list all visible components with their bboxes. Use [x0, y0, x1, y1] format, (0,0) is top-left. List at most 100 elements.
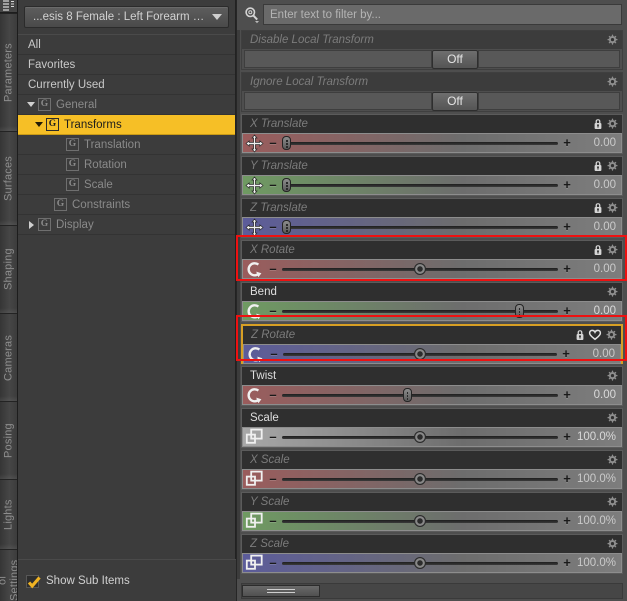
pane-menu-button[interactable] — [0, 0, 17, 13]
parameter-slider-track[interactable] — [280, 217, 560, 237]
rail-tab-cameras[interactable]: Cameras — [0, 313, 17, 401]
parameter-value[interactable]: 0.00 — [574, 137, 622, 149]
tree-item-transforms[interactable]: G Transforms — [18, 115, 235, 135]
gear-icon[interactable] — [606, 76, 618, 88]
gear-icon[interactable] — [606, 118, 618, 130]
gear-icon[interactable] — [606, 286, 618, 298]
parameter-control-row[interactable]: – +0.00 — [242, 301, 622, 321]
parameter-row-x-scale[interactable]: X Scale – +100.0% — [241, 450, 623, 490]
slider-handle[interactable] — [414, 263, 426, 275]
lock-icon[interactable] — [593, 202, 603, 214]
increment-button[interactable]: + — [560, 553, 574, 573]
slider-handle[interactable] — [414, 515, 426, 527]
parameter-control-row[interactable]: – +0.00 — [242, 175, 622, 195]
gear-icon[interactable] — [606, 160, 618, 172]
increment-button[interactable]: + — [560, 385, 574, 405]
parameter-row-bend[interactable]: Bend – +0.00 — [241, 282, 623, 322]
parameter-row-disable-local-transform[interactable]: Disable Local Transform Off — [241, 30, 623, 70]
gear-icon[interactable] — [605, 329, 617, 341]
search-magnifier-icon[interactable] — [241, 4, 263, 25]
rail-tab-lights[interactable]: Lights — [0, 479, 17, 549]
parameter-row-z-scale[interactable]: Z Scale – +100.0% — [241, 534, 623, 574]
slider-handle[interactable] — [414, 348, 426, 360]
parameter-control-row[interactable]: – +0.00 — [242, 259, 622, 279]
parameter-slider-track[interactable] — [280, 511, 560, 531]
parameter-control-row[interactable]: – +100.0% — [242, 511, 622, 531]
tree-item-general[interactable]: G General — [18, 95, 235, 115]
parameter-control-row[interactable]: – +0.00 — [242, 133, 622, 153]
parameter-slider-track[interactable] — [280, 175, 560, 195]
parameter-control-row[interactable]: – +100.0% — [242, 427, 622, 447]
parameter-control-row[interactable]: – +0.00 — [242, 217, 622, 237]
parameter-control-row[interactable]: – +0.00 — [242, 385, 622, 405]
decrement-button[interactable]: – — [266, 175, 280, 195]
disclosure-triangle-open-icon[interactable] — [32, 122, 46, 127]
parameter-control-row[interactable]: Off — [242, 49, 622, 69]
increment-button[interactable]: + — [559, 344, 573, 364]
decrement-button[interactable]: – — [266, 385, 280, 405]
decrement-button[interactable]: – — [266, 301, 280, 321]
gear-icon[interactable] — [606, 496, 618, 508]
slider-handle[interactable] — [282, 136, 292, 150]
parameter-slider-track[interactable] — [280, 553, 560, 573]
decrement-button[interactable]: – — [266, 259, 280, 279]
toggle-off-button[interactable]: Off — [432, 49, 478, 69]
decrement-button[interactable]: – — [266, 427, 280, 447]
parameter-slider-track[interactable] — [280, 427, 560, 447]
tree-item-display[interactable]: G Display — [18, 215, 235, 235]
increment-button[interactable]: + — [560, 217, 574, 237]
decrement-button[interactable]: – — [266, 553, 280, 573]
toggle-off-button[interactable]: Off — [432, 91, 478, 111]
parameter-control-row[interactable]: – +0.00 — [243, 344, 621, 364]
slider-handle[interactable] — [282, 220, 292, 234]
parameter-control-row[interactable]: – +100.0% — [242, 469, 622, 489]
gear-icon[interactable] — [606, 412, 618, 424]
heart-icon[interactable] — [588, 329, 602, 341]
increment-button[interactable]: + — [560, 511, 574, 531]
slider-handle[interactable] — [282, 178, 292, 192]
parameter-row-scale[interactable]: Scale – +100.0% — [241, 408, 623, 448]
gear-icon[interactable] — [606, 34, 618, 46]
parameter-value[interactable]: 0.00 — [574, 305, 622, 317]
tree-item-translation[interactable]: G Translation — [18, 135, 235, 155]
parameter-control-row[interactable]: – +100.0% — [242, 553, 622, 573]
tree-item-scale[interactable]: G Scale — [18, 175, 235, 195]
rail-tab-posing[interactable]: Posing — [0, 401, 17, 479]
parameter-value[interactable]: 0.00 — [574, 389, 622, 401]
tree-item-favorites[interactable]: Favorites — [18, 55, 235, 75]
gear-icon[interactable] — [606, 454, 618, 466]
gear-icon[interactable] — [606, 202, 618, 214]
parameter-value[interactable]: 100.0% — [574, 557, 622, 569]
parameter-value[interactable]: 0.00 — [573, 348, 621, 360]
decrement-button[interactable]: – — [266, 511, 280, 531]
filter-input[interactable] — [263, 4, 622, 25]
parameter-value[interactable]: 0.00 — [574, 221, 622, 233]
parameter-row-y-translate[interactable]: Y Translate – +0.00 — [241, 156, 623, 196]
parameter-value[interactable]: 100.0% — [574, 431, 622, 443]
disclosure-triangle-open-icon[interactable] — [24, 102, 38, 107]
increment-button[interactable]: + — [560, 427, 574, 447]
tree-item-constraints[interactable]: G Constraints — [18, 195, 235, 215]
parameter-value[interactable]: 0.00 — [574, 179, 622, 191]
parameter-value[interactable]: 100.0% — [574, 473, 622, 485]
parameter-row-z-translate[interactable]: Z Translate – +0.00 — [241, 198, 623, 238]
disclosure-triangle-closed-icon[interactable] — [24, 220, 38, 229]
rail-tab-ol-settings[interactable]: ol Settings — [0, 549, 17, 601]
slider-handle[interactable] — [514, 304, 524, 318]
decrement-button[interactable]: – — [266, 217, 280, 237]
tree-item-currently-used[interactable]: Currently Used — [18, 75, 235, 95]
increment-button[interactable]: + — [560, 469, 574, 489]
increment-button[interactable]: + — [560, 133, 574, 153]
parameter-value[interactable]: 100.0% — [574, 515, 622, 527]
parameter-slider-track[interactable] — [280, 259, 560, 279]
rail-tab-surfaces[interactable]: Surfaces — [0, 131, 17, 225]
increment-button[interactable]: + — [560, 175, 574, 195]
lock-icon[interactable] — [593, 118, 603, 130]
decrement-button[interactable]: – — [267, 344, 281, 364]
parameter-row-y-scale[interactable]: Y Scale – +100.0% — [241, 492, 623, 532]
horizontal-scrollbar[interactable] — [241, 583, 623, 599]
object-selector-dropdown[interactable]: ...esis 8 Female : Left Forearm Bend — [24, 6, 229, 28]
gear-icon[interactable] — [606, 370, 618, 382]
horizontal-scrollbar-thumb[interactable] — [242, 585, 320, 597]
parameter-slider-track[interactable] — [280, 301, 560, 321]
